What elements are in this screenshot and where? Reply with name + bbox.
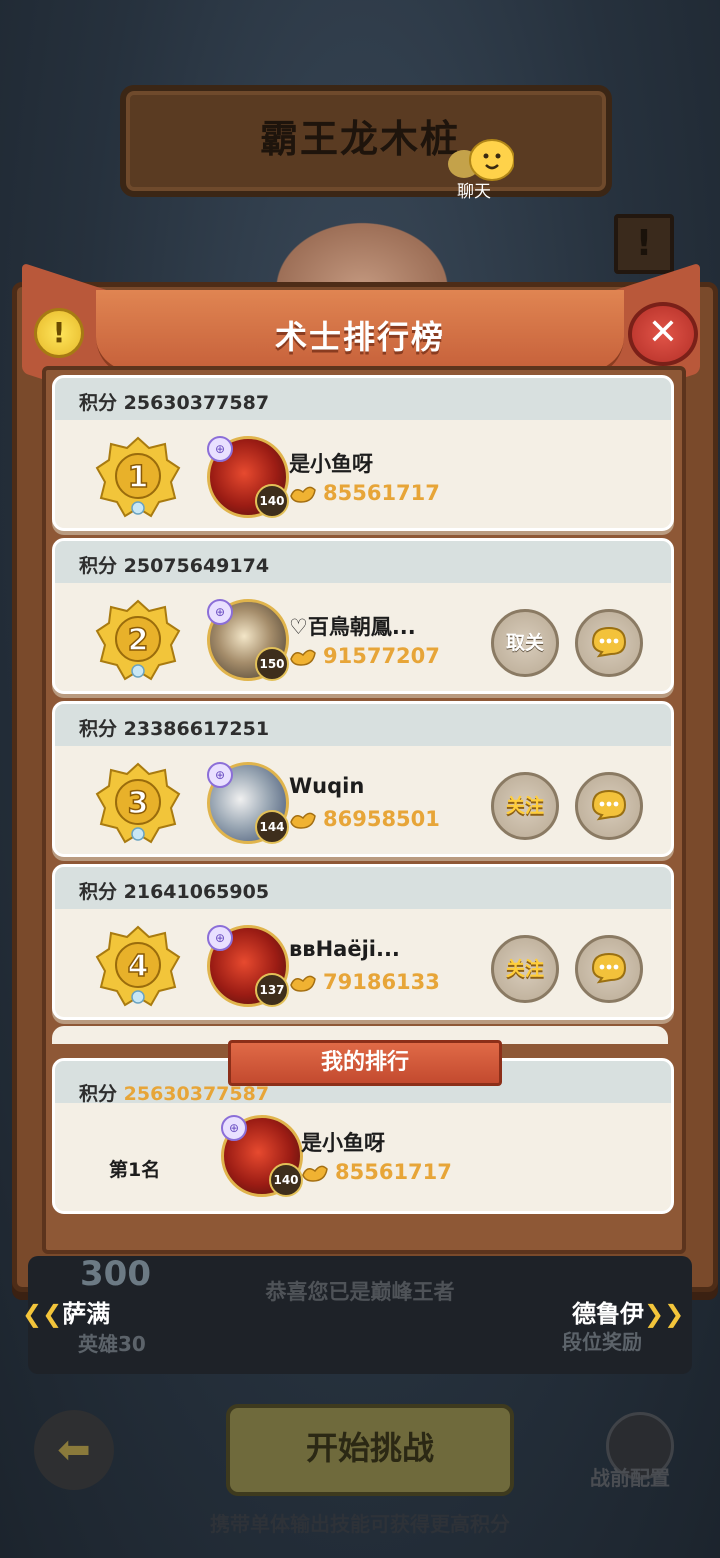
class-badge-icon: ⊕ xyxy=(221,1115,247,1141)
class-badge-icon: ⊕ xyxy=(207,599,233,625)
rank-number: 3 xyxy=(128,786,149,821)
next-class-button[interactable]: 德鲁伊❯❯ xyxy=(572,1294,684,1329)
chat-bubble-icon xyxy=(591,789,627,821)
class-badge-icon: ⊕ xyxy=(207,762,233,788)
pre-battle-config-label[interactable]: 战前配置 xyxy=(590,1462,670,1491)
score-value: 25630377587 xyxy=(123,392,270,414)
warning-sign-icon: ! xyxy=(614,214,674,274)
my-rank-position: 第1名 xyxy=(109,1159,161,1181)
rank-reward-label[interactable]: 段位奖励 xyxy=(562,1326,642,1355)
rank-medal-icon: 3 xyxy=(95,762,181,844)
power-value: 79186133 xyxy=(323,970,440,994)
level-badge: 140 xyxy=(255,484,289,518)
leaderboard-row: 积分 25630377587 1 ⊕ 140 是小鱼呀 85561717 xyxy=(52,375,674,531)
power-icon xyxy=(290,975,316,992)
leaderboard-row: 积分 25075649174 2 ⊕ 150 ♡百鳥朝鳳... 91577207… xyxy=(52,538,674,694)
my-score-value: 25630377587 xyxy=(123,1083,270,1105)
chat-bubble-icon xyxy=(591,952,627,984)
score-value: 23386617251 xyxy=(123,718,270,740)
power-icon xyxy=(290,649,316,666)
rank-number: 2 xyxy=(128,623,149,658)
class-badge-icon: ⊕ xyxy=(207,436,233,462)
level-badge: 140 xyxy=(269,1163,303,1197)
my-rank-tag: 我的排行 xyxy=(228,1040,502,1086)
score-prefix: 积分 xyxy=(79,881,118,903)
chat-label[interactable]: 聊天 xyxy=(448,177,500,202)
rank-number: 1 xyxy=(128,460,149,495)
hero-sub-label: 英雄30 xyxy=(78,1332,146,1356)
leaderboard-row: 积分 21641065905 4 ⊕ 137 вв­Haëji... 79186… xyxy=(52,864,674,1020)
level-badge: 150 xyxy=(255,647,289,681)
prev-class-label: 萨满 xyxy=(62,1300,111,1328)
stage-title: 霸王龙木桩 xyxy=(259,117,460,161)
rank-medal-icon: 1 xyxy=(95,436,181,518)
player-name: 是小鱼呀 xyxy=(301,1131,385,1155)
score-value: 21641065905 xyxy=(123,881,270,903)
chevron-right-icon: ❯❯ xyxy=(644,1300,685,1328)
score-label: 积分 21641065905 xyxy=(79,877,269,904)
power-value: 86958501 xyxy=(323,807,440,831)
chat-button[interactable] xyxy=(575,935,643,1003)
score-value: 25075649174 xyxy=(123,555,270,577)
player-name: Wuqin xyxy=(289,774,365,798)
back-button[interactable]: ⬅ xyxy=(34,1410,114,1490)
chat-button[interactable] xyxy=(575,772,643,840)
rank-number: 4 xyxy=(128,949,149,984)
rank-medal-icon: 4 xyxy=(95,925,181,1007)
power-value: 85561717 xyxy=(335,1160,452,1184)
score-prefix: 积分 xyxy=(79,1083,118,1105)
info-icon[interactable]: ! xyxy=(34,308,84,358)
score-prefix: 积分 xyxy=(79,718,118,740)
chat-button[interactable] xyxy=(575,609,643,677)
start-challenge-button[interactable]: 开始挑战 xyxy=(226,1404,514,1496)
power-value: 91577207 xyxy=(323,644,440,668)
player-name: 是小鱼呀 xyxy=(289,452,373,476)
follow-button[interactable]: 关注 xyxy=(491,935,559,1003)
rank-medal-icon: 2 xyxy=(95,599,181,681)
level-badge: 137 xyxy=(255,973,289,1007)
tip-text: 携带单体输出技能可获得更高积分 xyxy=(210,1512,510,1536)
class-badge-icon: ⊕ xyxy=(207,925,233,951)
unfollow-button[interactable]: 取关 xyxy=(491,609,559,677)
score-label: 积分 25630377587 xyxy=(79,388,269,415)
next-class-label: 德鲁伊 xyxy=(572,1300,644,1328)
power-icon xyxy=(290,486,316,503)
leaderboard-row: 积分 23386617251 3 ⊕ 144 Wuqin 86958501 关注 xyxy=(52,701,674,857)
score-label: 积分 25075649174 xyxy=(79,551,269,578)
level-badge: 144 xyxy=(255,810,289,844)
score-prefix: 积分 xyxy=(79,392,118,414)
player-name: ♡百鳥朝鳳... xyxy=(289,615,416,639)
panel-title: 术士排行榜 xyxy=(274,318,445,356)
follow-button[interactable]: 关注 xyxy=(491,772,559,840)
score-label: 积分 23386617251 xyxy=(79,714,269,741)
prev-class-button[interactable]: ❮❮萨满 xyxy=(22,1294,110,1329)
power-value: 85561717 xyxy=(323,481,440,505)
chevron-left-icon: ❮❮ xyxy=(22,1300,63,1328)
chat-bubble-icon xyxy=(591,626,627,658)
player-name: вв­Haëji... xyxy=(289,937,400,961)
power-icon xyxy=(302,1165,328,1182)
close-button[interactable]: ✕ xyxy=(628,302,698,366)
power-icon xyxy=(290,812,316,829)
score-prefix: 积分 xyxy=(79,555,118,577)
